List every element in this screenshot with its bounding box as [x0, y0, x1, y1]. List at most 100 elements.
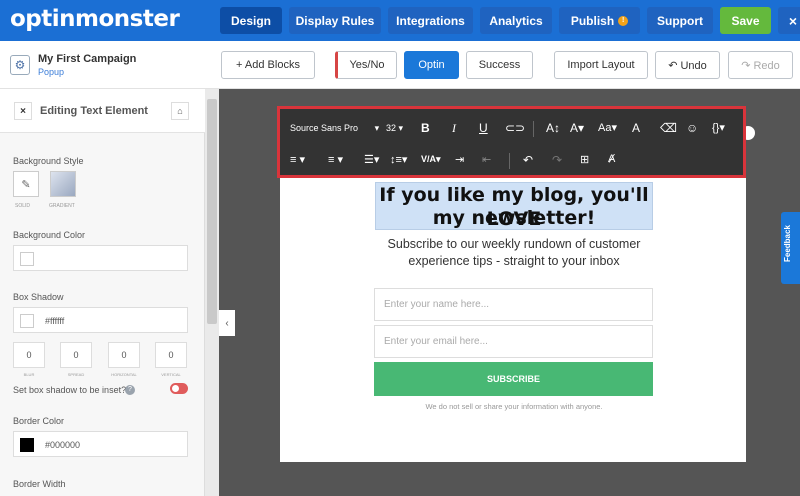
- logo[interactable]: optinmonster: [10, 6, 180, 32]
- remove-format-icon[interactable]: Ⱥ: [608, 153, 615, 165]
- save-button[interactable]: Save: [720, 7, 771, 34]
- color-swatch[interactable]: [20, 252, 34, 266]
- close-button[interactable]: ×: [778, 7, 800, 34]
- scrollbar-thumb[interactable]: [207, 99, 217, 324]
- nav-integrations[interactable]: Integrations: [388, 7, 473, 34]
- redo-button[interactable]: ↷ Redo: [728, 51, 793, 79]
- chevron-down-icon: ▾: [398, 123, 404, 133]
- outdent-icon[interactable]: ⇤: [482, 153, 491, 166]
- border-width-label: Border Width: [13, 479, 66, 489]
- text-size-icon[interactable]: A↕: [546, 121, 560, 135]
- color-swatch[interactable]: [20, 314, 34, 328]
- warning-icon: !: [618, 15, 629, 26]
- add-blocks-button[interactable]: + Add Blocks: [221, 51, 315, 79]
- font-size-select[interactable]: 32 ▾: [386, 123, 403, 134]
- color-swatch[interactable]: [20, 438, 34, 452]
- bold-icon[interactable]: B: [421, 121, 430, 135]
- import-layout-button[interactable]: Import Layout: [554, 51, 648, 79]
- campaign-type: Popup: [38, 67, 65, 77]
- indent-icon[interactable]: ⇥: [455, 153, 464, 166]
- feedback-label: Feedback: [783, 225, 792, 262]
- clear-format-icon[interactable]: ⌫: [660, 121, 677, 135]
- name-field[interactable]: Enter your name here...: [374, 288, 653, 321]
- box-shadow-label: Box Shadow: [13, 292, 64, 302]
- collapse-sidebar-icon[interactable]: ‹: [219, 310, 235, 336]
- background-color-input[interactable]: [13, 245, 188, 271]
- nav-display-rules[interactable]: Display Rules: [289, 7, 381, 34]
- campaign-name[interactable]: My First Campaign: [38, 53, 136, 65]
- sidebar-scrollbar[interactable]: [205, 89, 219, 496]
- campaign-bar: ⚙ My First Campaign Popup + Add Blocks Y…: [0, 41, 800, 89]
- align-icon[interactable]: ☰▾: [364, 153, 379, 166]
- close-panel-icon[interactable]: ×: [14, 102, 32, 120]
- email-field[interactable]: Enter your email here...: [374, 325, 653, 358]
- brush-icon: ✎: [21, 178, 31, 191]
- box-shadow-color-input[interactable]: #ffffff: [13, 307, 188, 333]
- background-style-label: Background Style: [13, 156, 84, 166]
- inset-label: Set box shadow to be inset?: [13, 385, 127, 395]
- line-height-icon[interactable]: ↕≡▾: [390, 153, 407, 166]
- logo-o: o: [98, 6, 114, 32]
- help-icon[interactable]: ?: [125, 385, 135, 395]
- subscribe-button[interactable]: SUBSCRIBE: [374, 362, 653, 396]
- select-all-icon[interactable]: ⊞: [580, 153, 589, 166]
- underline-icon[interactable]: U: [479, 121, 488, 135]
- undo-button[interactable]: ↶ Undo: [655, 51, 720, 79]
- border-color-label: Border Color: [13, 416, 65, 426]
- undo-icon[interactable]: ↶: [523, 153, 533, 167]
- code-icon[interactable]: {}▾: [712, 121, 725, 134]
- subheadline-line-2: experience tips - straight to your inbox: [408, 254, 620, 268]
- subheadline[interactable]: Subscribe to our weekly rundown of custo…: [369, 236, 659, 270]
- feedback-tab[interactable]: Feedback: [781, 212, 800, 284]
- nav-design[interactable]: Design: [220, 7, 282, 34]
- nav-analytics[interactable]: Analytics: [480, 7, 552, 34]
- view-yesno-button[interactable]: Yes/No: [335, 51, 397, 79]
- box-shadow-value: #ffffff: [45, 316, 65, 326]
- solid-style-option[interactable]: ✎: [13, 171, 39, 197]
- gradient-caption: GRADIENT: [49, 203, 75, 209]
- font-family-select[interactable]: Source Sans Pro ▾: [290, 123, 379, 134]
- view-optin-button[interactable]: Optin: [404, 51, 459, 79]
- unordered-list-icon[interactable]: ≡ ▾: [328, 153, 343, 166]
- letter-spacing-icon[interactable]: V/A▾: [421, 154, 441, 165]
- gear-icon[interactable]: ⚙: [10, 55, 30, 75]
- separator: [509, 153, 510, 169]
- link-icon[interactable]: ⊂⊃: [505, 121, 525, 135]
- shadow-spread-input[interactable]: 0: [60, 342, 92, 368]
- background-color-label: Background Color: [13, 230, 86, 240]
- font-family-value: Source Sans Pro: [290, 123, 359, 133]
- font-size-value: 32: [386, 123, 397, 133]
- inset-toggle[interactable]: [170, 383, 188, 394]
- horizontal-caption: HORIZONTAL: [111, 372, 137, 377]
- redo-icon[interactable]: ↷: [552, 153, 562, 167]
- gradient-style-option[interactable]: [50, 171, 76, 197]
- border-color-input[interactable]: #000000: [13, 431, 188, 457]
- shadow-blur-input[interactable]: 0: [13, 342, 45, 368]
- ordered-list-icon[interactable]: ≡ ▾: [290, 153, 305, 166]
- panel-title: Editing Text Element: [40, 105, 148, 117]
- headline-line-2[interactable]: my newsletter!: [369, 206, 659, 230]
- italic-icon[interactable]: I: [452, 121, 456, 136]
- solid-caption: SOLID: [15, 203, 31, 209]
- text-case-icon[interactable]: Aa▾: [598, 121, 617, 134]
- logo-text: optinm: [10, 6, 99, 32]
- shadow-vertical-input[interactable]: 0: [155, 342, 187, 368]
- vertical-caption: VERTICAL: [161, 372, 181, 377]
- text-format-toolbar: Source Sans Pro ▾ 32 ▾ B I U ⊂⊃ A↕ A▾ Aa…: [277, 106, 746, 178]
- chevron-down-icon: ▾: [374, 123, 380, 133]
- shadow-horizontal-input[interactable]: 0: [108, 342, 140, 368]
- logo-text-end: nster: [113, 6, 180, 32]
- emoji-icon[interactable]: ☺: [686, 121, 698, 135]
- spread-caption: SPREAD: [67, 372, 85, 377]
- nav-support[interactable]: Support: [647, 7, 713, 34]
- border-color-value: #000000: [45, 440, 81, 450]
- home-icon[interactable]: ⌂: [171, 102, 189, 120]
- privacy-note: We do not sell or share your information…: [425, 402, 603, 411]
- top-bar: optinmonster Design Display Rules Integr…: [0, 0, 800, 41]
- subheadline-line-1: Subscribe to our weekly rundown of custo…: [387, 237, 641, 251]
- view-success-button[interactable]: Success: [466, 51, 533, 79]
- text-color-icon[interactable]: A▾: [570, 121, 584, 135]
- highlight-icon[interactable]: A: [632, 121, 640, 135]
- properties-panel: × Editing Text Element ⌂ Background Styl…: [0, 89, 205, 496]
- nav-publish[interactable]: Publish!: [559, 7, 640, 34]
